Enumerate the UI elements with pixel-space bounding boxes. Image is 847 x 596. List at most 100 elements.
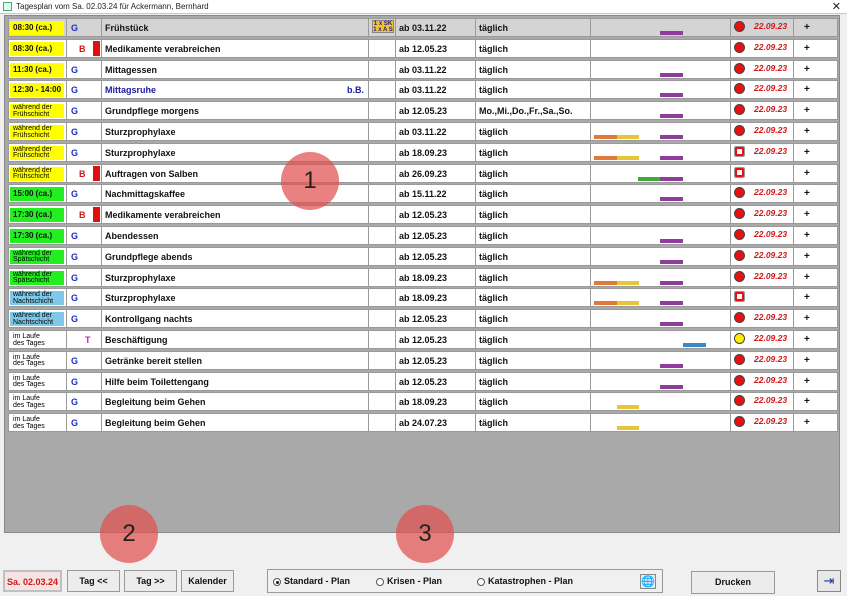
plus-icon[interactable]: +: [804, 292, 810, 303]
add-cell[interactable]: +: [794, 310, 839, 327]
table-row[interactable]: 15:00 (ca.) G Nachmittagskaffee ab 15.11.22…: [8, 184, 839, 204]
task-name-cell[interactable]: Mittagessen: [102, 60, 369, 78]
status-red-icon: [734, 125, 745, 136]
exit-door-icon[interactable]: ⇥: [817, 570, 841, 592]
add-cell[interactable]: +: [794, 102, 839, 119]
task-name-cell[interactable]: Medikamente verabreichen: [102, 206, 369, 224]
table-row[interactable]: 17:30 (ca.) B Medikamente verabreichen ab 1…: [8, 205, 839, 225]
plus-icon[interactable]: +: [804, 376, 810, 387]
add-cell[interactable]: +: [794, 61, 839, 78]
status-date: 22.09.23: [754, 312, 788, 323]
task-name-cell[interactable]: Sturzprophylaxe: [102, 289, 369, 307]
plus-icon[interactable]: +: [804, 64, 810, 75]
plus-icon[interactable]: +: [804, 105, 810, 116]
add-cell[interactable]: +: [794, 289, 839, 306]
plus-icon[interactable]: +: [804, 209, 810, 220]
plus-icon[interactable]: +: [804, 126, 810, 137]
plus-icon[interactable]: +: [804, 230, 810, 241]
task-name-cell[interactable]: Grundpflege abends: [102, 247, 369, 265]
previous-day-button[interactable]: Tag <<: [67, 570, 120, 592]
table-row[interactable]: 08:30 (ca.) B Medikamente verabreichen ab 1…: [8, 38, 839, 58]
radio-krisen-plan[interactable]: Krisen - Plan: [376, 576, 442, 586]
table-row[interactable]: während der Nachtschicht G Sturzprophylaxe…: [8, 288, 839, 308]
plus-icon[interactable]: +: [804, 22, 810, 33]
add-cell[interactable]: +: [794, 165, 839, 182]
plus-icon[interactable]: +: [804, 313, 810, 324]
task-name-cell[interactable]: Kontrollgang nachts: [102, 310, 369, 328]
plus-icon[interactable]: +: [804, 272, 810, 283]
table-row[interactable]: im Laufe des Tages T Beschäftigung ab 12.05…: [8, 330, 838, 349]
task-name-cell[interactable]: Sturzprophylaxe: [102, 123, 369, 140]
table-row[interactable]: im Laufe des Tages G Begleitung beim Gehen…: [8, 392, 839, 412]
current-date-button[interactable]: Sa. 02.03.24: [3, 570, 62, 592]
table-row[interactable]: während der Nachtschicht G Kontrollgang na…: [8, 309, 839, 329]
calendar-button[interactable]: Kalender: [181, 570, 234, 592]
time-label: während der Nachtschicht: [10, 312, 64, 327]
table-row[interactable]: im Laufe des Tages G Begleitung beim Gehen…: [8, 413, 839, 433]
add-cell[interactable]: +: [794, 373, 839, 390]
add-cell[interactable]: +: [794, 227, 839, 244]
add-cell[interactable]: +: [794, 248, 839, 265]
table-row[interactable]: während der Frühschicht G Sturzprophylaxe a…: [8, 142, 839, 162]
add-cell[interactable]: +: [794, 206, 839, 223]
close-icon[interactable]: ✕: [832, 0, 841, 13]
add-cell[interactable]: +: [794, 144, 839, 161]
category-cell: G: [67, 289, 102, 307]
table-row[interactable]: während der Frühschicht G Grundpflege morg…: [8, 101, 839, 121]
table-row[interactable]: 12:30 - 14:00 G Mittagsruhe b.B. ab 03.11.22…: [8, 80, 839, 100]
category-cell: G: [67, 123, 102, 140]
timeline-segment: [660, 363, 684, 368]
task-name-cell[interactable]: Getränke bereit stellen: [102, 351, 369, 369]
plus-icon[interactable]: +: [804, 168, 810, 179]
add-cell[interactable]: +: [794, 393, 839, 410]
table-row[interactable]: während der Frühschicht G Sturzprophylaxe a…: [8, 122, 838, 141]
task-name-cell[interactable]: Medikamente verabreichen: [102, 39, 369, 57]
table-row[interactable]: während der Spätschicht G Grundpflege aben…: [8, 246, 839, 266]
table-row[interactable]: im Laufe des Tages G Getränke bereit stell…: [8, 350, 839, 370]
task-name-cell[interactable]: Begleitung beim Gehen: [102, 414, 369, 432]
add-cell[interactable]: +: [794, 414, 839, 431]
frequency-cell: täglich: [476, 351, 591, 369]
table-row[interactable]: im Laufe des Tages G Hilfe beim Toiletteng…: [8, 371, 839, 391]
priority-bar: [93, 207, 100, 223]
plus-icon[interactable]: +: [804, 396, 810, 407]
status-cell: 22.09.23: [731, 19, 794, 36]
add-cell[interactable]: +: [794, 123, 839, 140]
plus-icon[interactable]: +: [804, 84, 810, 95]
task-name-cell[interactable]: Sturzprophylaxe: [102, 268, 369, 286]
add-cell[interactable]: +: [794, 331, 839, 348]
timeline-segment: [593, 135, 618, 139]
add-cell[interactable]: +: [794, 81, 839, 98]
next-day-button[interactable]: Tag >>: [124, 570, 177, 592]
table-row[interactable]: 08:30 (ca.) G Frühstück 1 x SK 1 x A S ab 03…: [8, 18, 838, 37]
task-name-cell[interactable]: Beschäftigung: [102, 331, 369, 348]
plus-icon[interactable]: +: [804, 355, 810, 366]
task-name-cell[interactable]: Frühstück: [102, 19, 369, 36]
plus-icon[interactable]: +: [804, 334, 810, 345]
radio-katastrophen-plan[interactable]: Katastrophen - Plan: [477, 576, 573, 586]
table-row[interactable]: 17:30 (ca.) G Abendessen ab 12.05.23 täglich…: [8, 226, 838, 245]
task-name: Sturzprophylaxe: [105, 147, 176, 158]
add-cell[interactable]: +: [794, 19, 839, 36]
task-name-cell[interactable]: Begleitung beim Gehen: [102, 393, 369, 411]
task-name-cell[interactable]: Grundpflege morgens: [102, 102, 369, 120]
radio-standard-plan[interactable]: Standard - Plan: [273, 576, 350, 586]
table-row[interactable]: während der Frühschicht B Auftragen von Sa…: [8, 163, 839, 183]
print-button[interactable]: Drucken: [691, 571, 775, 594]
table-row[interactable]: 11:30 (ca.) G Mittagessen ab 03.11.22 täglic…: [8, 59, 839, 79]
category-letter: G: [71, 272, 79, 283]
plus-icon[interactable]: +: [804, 43, 810, 54]
add-cell[interactable]: +: [794, 269, 839, 286]
table-row[interactable]: während der Spätschicht G Sturzprophylaxe a…: [8, 267, 839, 287]
plus-icon[interactable]: +: [804, 251, 810, 262]
task-name-cell[interactable]: Abendessen: [102, 227, 369, 244]
plus-icon[interactable]: +: [804, 147, 810, 158]
task-name-cell[interactable]: Hilfe beim Toilettengang: [102, 372, 369, 390]
add-cell[interactable]: +: [794, 185, 839, 202]
add-cell[interactable]: +: [794, 352, 839, 369]
plus-icon[interactable]: +: [804, 188, 810, 199]
add-cell[interactable]: +: [794, 40, 839, 57]
plus-icon[interactable]: +: [804, 417, 810, 428]
globe-icon[interactable]: 🌐: [640, 574, 656, 589]
task-name-cell[interactable]: Mittagsruhe b.B.: [102, 81, 369, 99]
